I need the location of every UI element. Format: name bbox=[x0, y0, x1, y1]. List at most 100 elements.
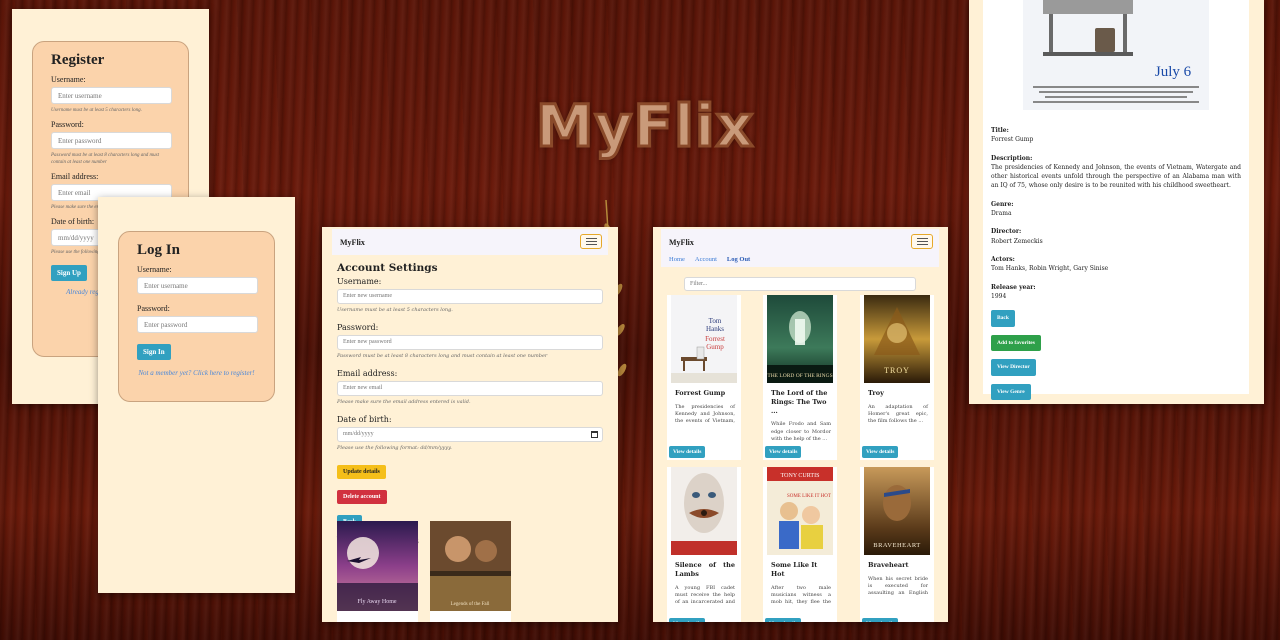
favorite-card[interactable]: Legends of the Fall bbox=[430, 521, 511, 622]
svg-text:Tom: Tom bbox=[709, 317, 722, 325]
account-brand[interactable]: MyFlix bbox=[340, 238, 365, 247]
detail-panel: July 6 Title: Forrest Gump Description: … bbox=[969, 0, 1264, 404]
register-username-label: Username: bbox=[51, 75, 86, 84]
delete-account-button[interactable]: Delete account bbox=[337, 490, 387, 504]
movie-card[interactable]: THE LORD OF THE RINGS The Lord of the Ri… bbox=[763, 295, 837, 460]
movie-card[interactable]: TROY Troy An adaptation of Homer's great… bbox=[860, 295, 934, 460]
favorite-poster-text: Fly Away Home bbox=[357, 599, 396, 605]
movie-description: After two male musicians witness a mob h… bbox=[771, 584, 831, 609]
svg-text:THE LORD OF THE RINGS: THE LORD OF THE RINGS bbox=[767, 373, 832, 379]
detail-genre-value: Drama bbox=[991, 210, 1012, 218]
movies-panel: MyFlix Home Account Log Out Filter... To… bbox=[653, 227, 948, 622]
login-username-label: Username: bbox=[137, 265, 172, 274]
nav-logout-link[interactable]: Log Out bbox=[727, 256, 750, 263]
sign-up-button[interactable]: Sign Up bbox=[51, 265, 87, 281]
nav-home-link[interactable]: Home bbox=[669, 256, 685, 263]
movies-navbar: MyFlix Home Account Log Out bbox=[661, 229, 939, 267]
detail-actors-label: Actors: bbox=[991, 255, 1015, 263]
account-password-label: Password: bbox=[337, 323, 379, 332]
svg-text:BRAVEHEART: BRAVEHEART bbox=[873, 542, 920, 549]
detail-director-value: Robert Zemeckis bbox=[991, 237, 1043, 245]
view-details-button[interactable]: View details bbox=[765, 618, 802, 622]
update-details-button[interactable]: Update details bbox=[337, 465, 386, 479]
svg-text:TONY CURTIS: TONY CURTIS bbox=[781, 473, 820, 479]
detail-title-label: Title: bbox=[991, 127, 1009, 134]
register-password-label: Password: bbox=[51, 120, 84, 129]
nav-links: Home Account Log Out bbox=[669, 256, 750, 263]
favorite-poster: Legends of the Fall bbox=[430, 521, 511, 611]
movie-card[interactable]: TONY CURTIS SOME LIKE IT HOT Some Like I… bbox=[763, 467, 837, 622]
view-details-button[interactable]: View details bbox=[765, 446, 802, 458]
detail-info: Title: Forrest Gump Description: The pre… bbox=[983, 114, 1249, 401]
view-genre-button[interactable]: View Genre bbox=[991, 383, 1031, 401]
register-username-input[interactable]: Enter username bbox=[51, 87, 172, 104]
movie-title: Silence of the Lambs bbox=[675, 561, 735, 578]
view-director-button[interactable]: View Director bbox=[991, 359, 1036, 376]
menu-toggle-icon[interactable] bbox=[580, 234, 602, 249]
menu-toggle-icon[interactable] bbox=[911, 234, 933, 249]
register-link[interactable]: Not a member yet? Click here to register… bbox=[137, 368, 256, 379]
nav-account-link[interactable]: Account bbox=[695, 256, 717, 263]
movie-card[interactable]: Tom Hanks Forrest Gump Forrest Gump The … bbox=[667, 295, 741, 460]
register-password-hint: Password must be at least 8 characters l… bbox=[51, 153, 160, 165]
detail-year-value: 1994 bbox=[991, 292, 1007, 300]
calendar-icon[interactable] bbox=[591, 431, 598, 438]
hero-title: MyFlix bbox=[534, 91, 755, 162]
account-password-input[interactable]: Enter new password bbox=[337, 335, 603, 350]
filter-input[interactable]: Filter... bbox=[684, 277, 916, 291]
account-email-label: Email address: bbox=[337, 369, 398, 378]
movie-card[interactable]: BRAVEHEART Braveheart When his secret br… bbox=[860, 467, 934, 622]
movie-poster: BRAVEHEART bbox=[864, 467, 930, 555]
register-email-label: Email address: bbox=[51, 172, 99, 181]
movie-poster: TROY bbox=[864, 295, 930, 383]
svg-text:SOME LIKE IT HOT: SOME LIKE IT HOT bbox=[787, 494, 831, 499]
account-username-label: Username: bbox=[337, 277, 382, 286]
login-password-label: Password: bbox=[137, 304, 170, 313]
movie-description: While Frodo and Sam edge closer to Mordo… bbox=[771, 421, 831, 442]
movie-card[interactable]: Silence of the Lambs A young FBI cadet m… bbox=[667, 467, 741, 622]
detail-director-label: Director: bbox=[991, 228, 1022, 236]
detail-genre-label: Genre: bbox=[991, 200, 1014, 208]
movie-title: Troy bbox=[868, 389, 884, 397]
account-email-input[interactable]: Enter new email bbox=[337, 381, 603, 396]
movie-poster: TONY CURTIS SOME LIKE IT HOT bbox=[767, 467, 833, 555]
view-details-button[interactable]: View details bbox=[669, 446, 706, 458]
add-to-favorites-button[interactable]: Add to favorites bbox=[991, 334, 1041, 352]
detail-actors-value: Tom Hanks, Robin Wright, Gary Sinise bbox=[991, 265, 1109, 273]
account-password-hint: Password must be at least 8 characters l… bbox=[337, 353, 548, 359]
view-details-button[interactable]: View details bbox=[862, 446, 899, 458]
account-birth-placeholder: mm/dd/yyyy bbox=[343, 431, 374, 437]
movies-brand[interactable]: MyFlix bbox=[669, 238, 694, 247]
account-username-hint: Username must be at least 5 characters l… bbox=[337, 307, 453, 313]
movie-title: The Lord of the Rings: The Two ... bbox=[771, 389, 828, 415]
register-password-input[interactable]: Enter password bbox=[51, 132, 172, 149]
login-username-input[interactable]: Enter username bbox=[137, 277, 258, 294]
movie-poster bbox=[671, 467, 737, 555]
svg-text:TROY: TROY bbox=[884, 366, 910, 375]
movie-poster: THE LORD OF THE RINGS bbox=[767, 295, 833, 383]
detail-content: July 6 Title: Forrest Gump Description: … bbox=[983, 0, 1249, 401]
view-details-button[interactable]: View details bbox=[862, 618, 899, 622]
movie-title: Braveheart bbox=[868, 561, 909, 569]
account-panel: MyFlix Account Settings Username: Enter … bbox=[322, 227, 618, 622]
account-birth-input[interactable]: mm/dd/yyyy bbox=[337, 427, 603, 442]
view-details-button[interactable]: View details bbox=[669, 618, 706, 622]
register-title: Register bbox=[51, 52, 105, 68]
register-username-hint: Username must be at least 5 characters l… bbox=[51, 108, 142, 113]
svg-text:Gump: Gump bbox=[706, 343, 724, 351]
login-panel: Log In Username: Enter username Password… bbox=[98, 197, 295, 593]
account-username-input[interactable]: Enter new username bbox=[337, 289, 603, 304]
login-title: Log In bbox=[137, 242, 180, 258]
movie-title: Forrest Gump bbox=[675, 389, 726, 397]
movie-description: An adaptation of Homer's great epic, the… bbox=[868, 403, 928, 425]
movie-description: The presidencies of Kennedy and Johnson,… bbox=[675, 403, 735, 428]
favorite-card[interactable]: Fly Away Home bbox=[337, 521, 418, 622]
login-password-input[interactable]: Enter password bbox=[137, 316, 258, 333]
account-navbar: MyFlix bbox=[332, 229, 608, 255]
detail-title-value: Forrest Gump bbox=[991, 136, 1034, 144]
detail-back-button[interactable]: Back bbox=[991, 310, 1015, 327]
detail-desc-value: The presidencies of Kennedy and Johnson,… bbox=[991, 163, 1241, 190]
svg-text:Forrest: Forrest bbox=[705, 335, 725, 343]
movie-title: Some Like It Hot bbox=[771, 561, 818, 578]
sign-in-button[interactable]: Sign In bbox=[137, 344, 171, 360]
